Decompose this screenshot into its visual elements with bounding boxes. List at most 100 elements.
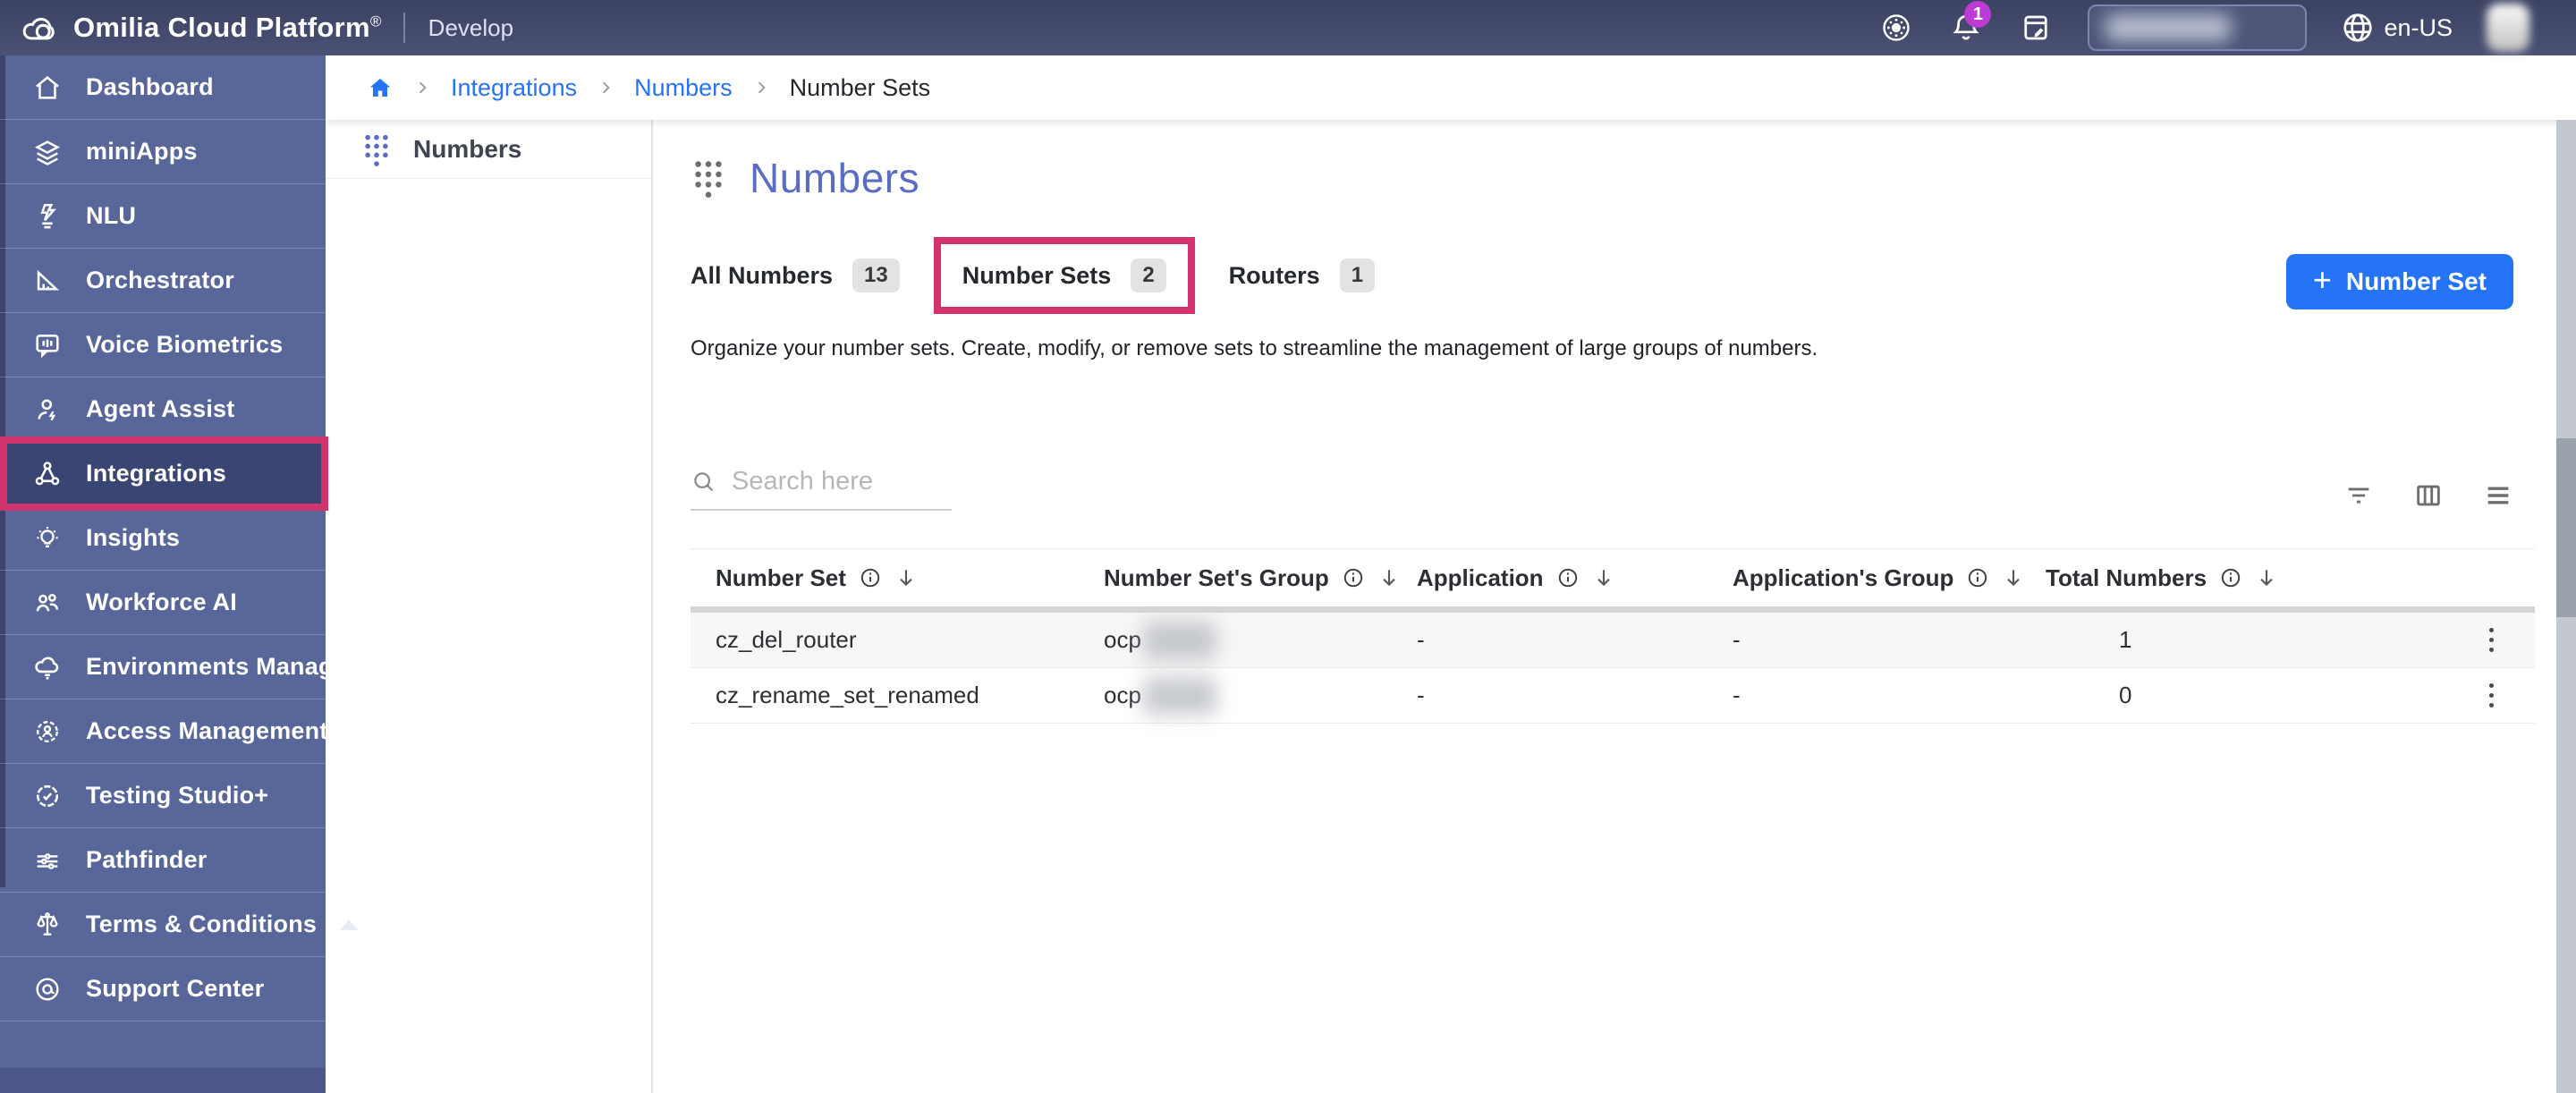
cell-group: ocp [1104,677,1417,715]
sidebar-item-support-center[interactable]: Support Center [0,957,326,1021]
nlu-icon [32,201,63,232]
cell-application-group: - [1733,682,2046,709]
sidebar-item-integrations[interactable]: Integrations [0,442,326,506]
tab-routers[interactable]: Routers 1 [1229,258,1375,292]
sidebar-item-insights[interactable]: Insights [0,506,326,571]
sort-arrow-icon[interactable] [1377,566,1401,589]
brand[interactable]: Omilia Cloud Platform® [0,12,382,44]
sidebar-item-testing-studio[interactable]: Testing Studio+ [0,764,326,828]
cell-total-numbers: 0 [2046,682,2401,709]
main-content: Numbers All Numbers 13 Number Sets 2 Rou… [653,120,2556,1093]
annotation-highlight-tab: Number Sets 2 [934,237,1195,314]
number-sets-table: Number Set Number Set's Group Applicatio… [691,548,2535,724]
sort-arrow-icon[interactable] [894,566,918,589]
tab-count-badge: 2 [1131,258,1165,292]
support-at-icon [32,974,63,1004]
column-header-total-numbers[interactable]: Total Numbers [2046,564,2401,592]
sidebar-item-pathfinder[interactable]: Pathfinder [0,828,326,893]
info-icon[interactable] [1556,566,1580,589]
user-avatar[interactable] [2487,4,2529,52]
tab-count-badge: 13 [852,258,900,292]
breadcrumb-home-icon[interactable] [367,74,394,101]
search-input[interactable] [732,467,937,496]
app-window: Omilia Cloud Platform® Develop 1 [0,0,2576,1093]
seal-check-icon [32,781,63,811]
sort-arrow-icon[interactable] [2255,566,2278,589]
circuit-icon [32,845,63,876]
tab-number-sets[interactable]: Number Sets 2 [962,258,1166,292]
search-box[interactable] [691,467,952,511]
redacted-text [1143,677,1216,715]
chevron-right-icon [752,79,770,97]
dots-grid-icon [361,132,392,166]
redacted-text [1143,622,1216,659]
row-actions-kebab-icon[interactable] [2489,628,2535,652]
scales-icon [32,910,63,940]
info-icon[interactable] [1342,566,1365,589]
sidebar-item-access-management[interactable]: Access Management [0,699,326,764]
breadcrumb-link-numbers[interactable]: Numbers [634,74,733,102]
chevron-right-icon [597,79,614,97]
info-icon[interactable] [859,566,882,589]
globe-icon [2341,11,2375,45]
tenant-selector[interactable] [2088,4,2307,51]
integrations-molecule-icon [32,459,63,489]
filter-icon[interactable] [2343,480,2374,511]
notification-count-badge: 1 [1964,1,1991,28]
sidebar-item-miniapps[interactable]: miniApps [0,120,326,184]
column-header-application-group[interactable]: Application's Group [1733,564,2046,592]
cloud-logo-icon [20,13,59,43]
cloud-settings-icon [32,652,63,682]
sun-icon[interactable] [1878,10,1914,46]
sidebar-item-nlu[interactable]: NLU [0,184,326,249]
tab-count-badge: 1 [1340,258,1375,292]
cell-group: ocp [1104,622,1417,659]
list-view-icon[interactable] [2483,480,2513,511]
chevron-right-icon [413,79,431,97]
cell-application: - [1417,682,1733,709]
sidebar-item-voice-biometrics[interactable]: Voice Biometrics [0,313,326,377]
gear-person-icon [32,716,63,747]
row-actions-kebab-icon[interactable] [2489,683,2535,707]
page-description: Organize your number sets. Create, modif… [691,336,2556,361]
sort-arrow-icon[interactable] [1592,566,1615,589]
secondary-sidebar: Numbers [326,120,653,1093]
primary-sidebar: Dashboard miniApps NLU Orchestrator Voic… [0,55,326,1093]
cell-application: - [1417,626,1733,654]
people-icon [32,588,63,618]
plus-icon: + [2313,264,2332,296]
cell-application-group: - [1733,626,2046,654]
sidebar-item-dashboard[interactable]: Dashboard [0,55,326,120]
sort-arrow-icon[interactable] [2002,566,2025,589]
language-selector[interactable]: en-US [2341,11,2453,45]
subsidebar-item-numbers[interactable]: Numbers [326,120,651,179]
lightbulb-icon [32,523,63,554]
table-row[interactable]: cz_del_router ocp - - 1 [691,613,2535,668]
sidebar-item-workforce-ai[interactable]: Workforce AI [0,571,326,635]
notifications-bell-icon[interactable]: 1 [1948,10,1984,46]
language-label: en-US [2384,14,2453,42]
sidebar-item-orchestrator[interactable]: Orchestrator [0,249,326,313]
column-header-application[interactable]: Application [1417,564,1733,592]
info-icon[interactable] [1966,566,1989,589]
topbar-divider [403,13,405,43]
tab-all-numbers[interactable]: All Numbers 13 [691,258,900,292]
agent-icon [32,394,63,425]
column-header-number-set-group[interactable]: Number Set's Group [1104,564,1417,592]
table-row[interactable]: cz_rename_set_renamed ocp - - 0 [691,668,2535,724]
add-number-set-button[interactable]: + Number Set [2286,254,2513,309]
dots-grid-icon [691,158,726,198]
column-header-number-set[interactable]: Number Set [691,564,1104,592]
scrollbar-thumb[interactable] [2556,438,2576,617]
info-icon[interactable] [2219,566,2242,589]
vertical-scrollbar[interactable] [2556,120,2576,1093]
sidebar-item-environments-manager[interactable]: Environments Manager [0,635,326,699]
release-notes-icon[interactable] [2018,10,2054,46]
sidebar-item-agent-assist[interactable]: Agent Assist [0,377,326,442]
columns-icon[interactable] [2413,480,2444,511]
breadcrumb-link-integrations[interactable]: Integrations [451,74,577,102]
cell-number-set: cz_rename_set_renamed [691,682,1104,709]
cell-total-numbers: 1 [2046,626,2401,654]
sidebar-item-terms-conditions[interactable]: Terms & Conditions [0,893,326,957]
page-title: Numbers [750,154,919,202]
